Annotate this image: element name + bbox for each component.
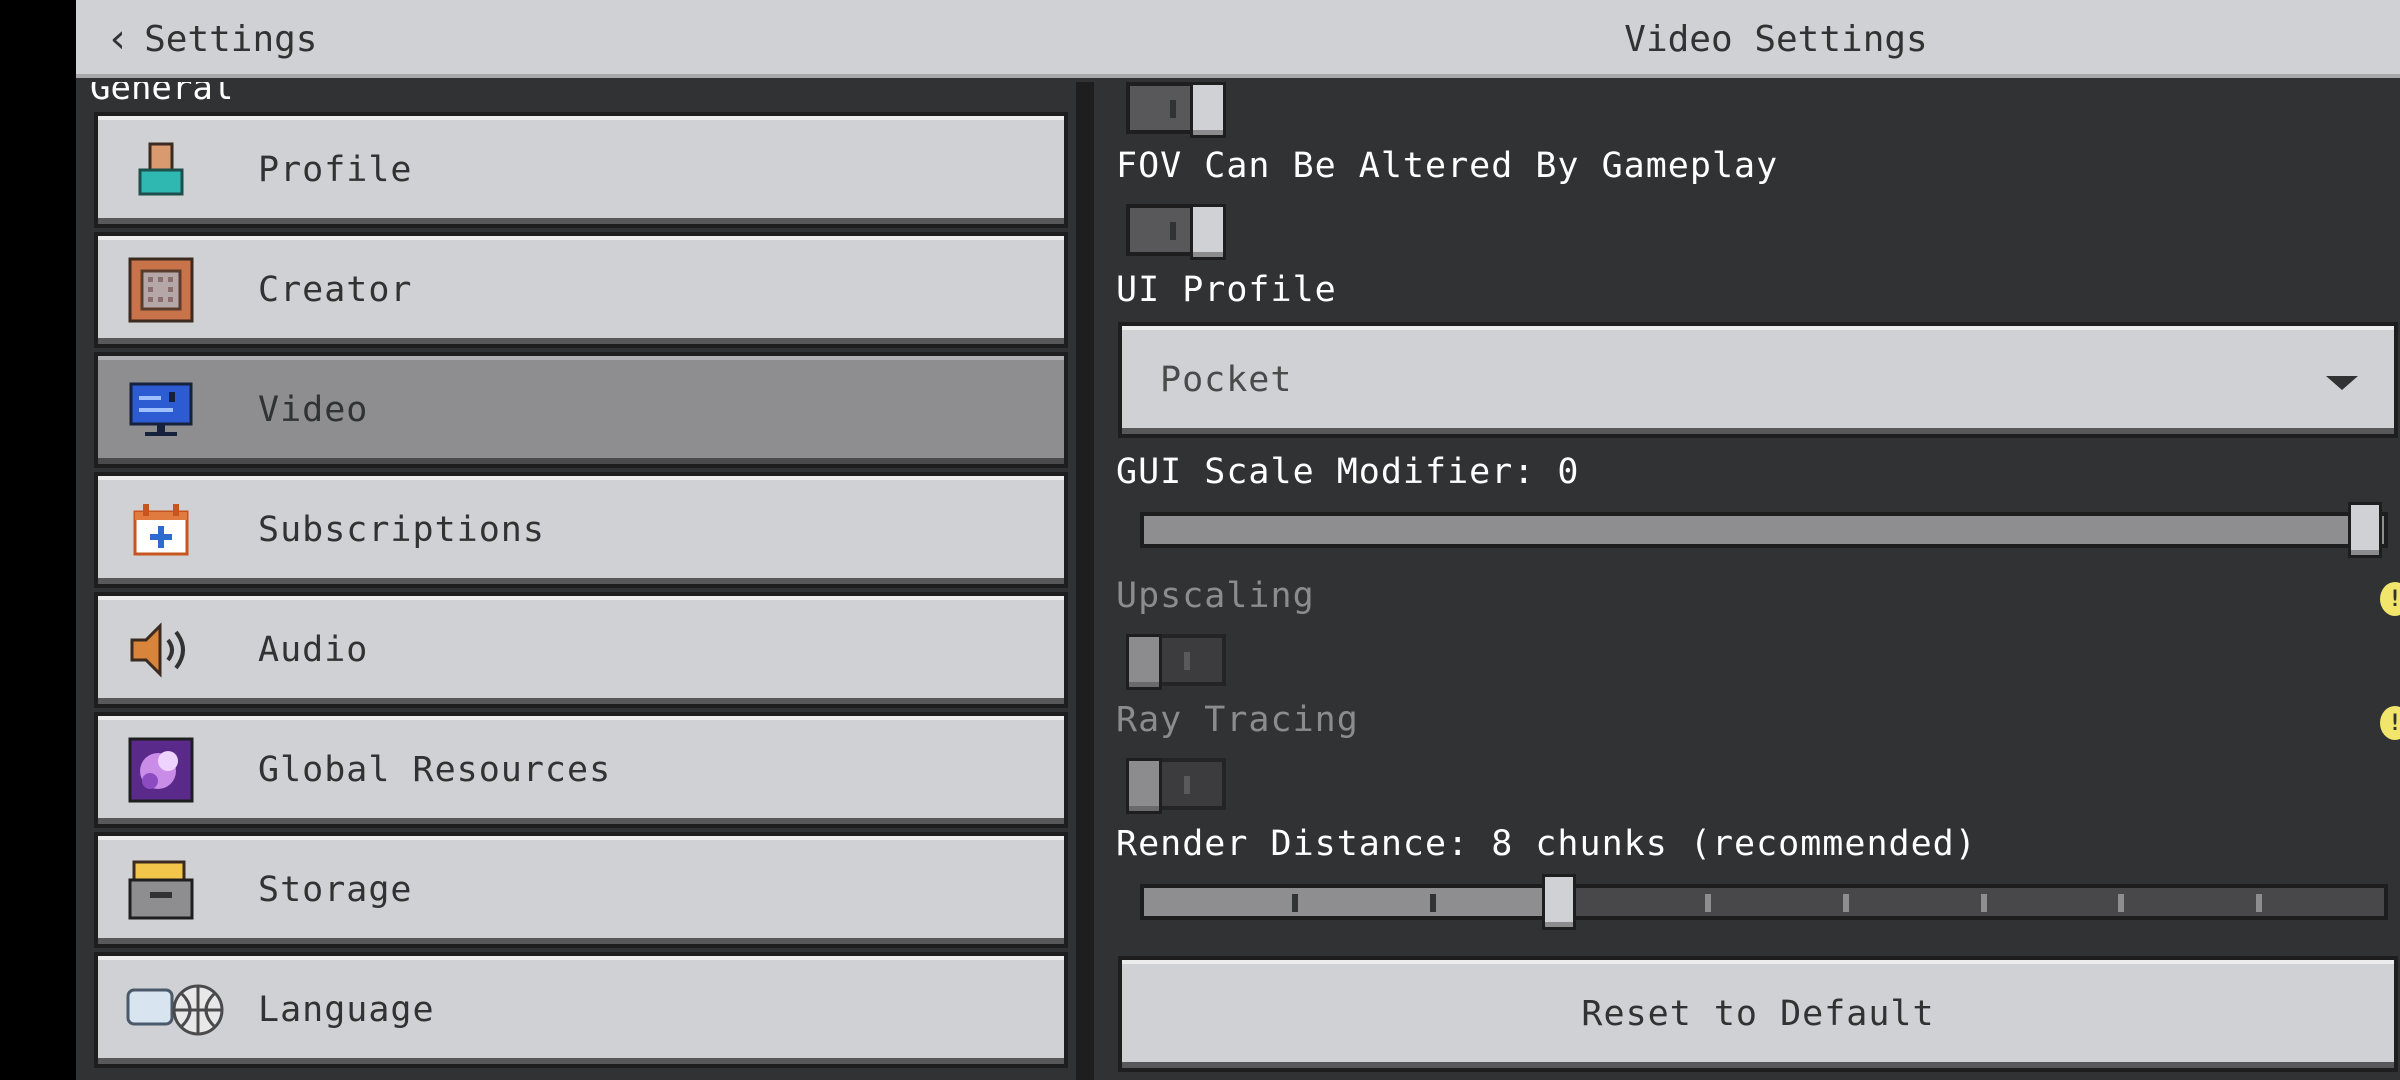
- toggle-pip: [1170, 222, 1176, 240]
- settings-screen: ‹ Settings Video Settings General Profil…: [76, 0, 2400, 1080]
- section-label: General: [90, 82, 234, 108]
- sidebar-item-label: Creator: [258, 270, 413, 310]
- slider-tick: [2118, 894, 2124, 912]
- sidebar-item-subscriptions[interactable]: Subscriptions: [94, 472, 1068, 588]
- toggle-knob[interactable]: [1190, 82, 1226, 138]
- ray-tracing-toggle[interactable]: [1126, 758, 1226, 814]
- ui-profile-label: UI Profile: [1116, 270, 1337, 310]
- creator-icon: [126, 255, 196, 325]
- gui-scale-label: GUI Scale Modifier: 0: [1116, 452, 1580, 492]
- sidebar-item-label: Audio: [258, 630, 369, 670]
- toggle-pip: [1170, 100, 1176, 118]
- slider-tick: [2256, 894, 2262, 912]
- sidebar-item-label: Subscriptions: [258, 510, 545, 550]
- toggle-knob[interactable]: [1126, 634, 1162, 690]
- sidebar-item-label: Video: [258, 390, 369, 430]
- slider-thumb[interactable]: [2348, 502, 2382, 558]
- global-resources-icon: [126, 735, 196, 805]
- upscaling-label: Upscaling: [1116, 576, 1315, 616]
- fov-altered-toggle[interactable]: [1126, 204, 1226, 260]
- header-bar: ‹ Settings Video Settings: [76, 0, 2400, 78]
- toggle-pip: [1184, 776, 1190, 794]
- subscriptions-icon: [126, 495, 196, 565]
- chevron-down-icon: [2326, 376, 2358, 390]
- storage-icon: [126, 855, 196, 925]
- toggle-knob[interactable]: [1190, 204, 1226, 260]
- settings-sidebar[interactable]: General Profile Creator Video Subscripti…: [76, 82, 1076, 1080]
- ray-tracing-label: Ray Tracing: [1116, 700, 1359, 740]
- render-distance-slider[interactable]: [1140, 874, 2388, 930]
- slider-tick: [1292, 894, 1298, 912]
- chevron-left-icon: ‹: [106, 16, 131, 62]
- sidebar-item-audio[interactable]: Audio: [94, 592, 1068, 708]
- reset-to-default-button[interactable]: Reset to Default: [1118, 956, 2398, 1072]
- sidebar-item-profile[interactable]: Profile: [94, 112, 1068, 228]
- fov-altered-label: FOV Can Be Altered By Gameplay: [1116, 146, 1779, 186]
- back-button[interactable]: ‹ Settings: [106, 14, 317, 64]
- sidebar-item-label: Global Resources: [258, 750, 612, 790]
- sidebar-item-video[interactable]: Video: [94, 352, 1068, 468]
- video-icon: [126, 375, 196, 445]
- slider-tick: [1430, 894, 1436, 912]
- profile-icon: [126, 135, 196, 205]
- info-icon[interactable]: !: [2380, 582, 2400, 616]
- ui-profile-value: Pocket: [1160, 360, 1293, 400]
- sidebar-item-label: Storage: [258, 870, 413, 910]
- toggle-knob[interactable]: [1126, 758, 1162, 814]
- sidebar-item-language[interactable]: Language: [94, 952, 1068, 1068]
- sidebar-item-label: Language: [258, 990, 435, 1030]
- slider-tick: [1981, 894, 1987, 912]
- gui-scale-slider[interactable]: [1140, 502, 2388, 558]
- slider-thumb[interactable]: [1542, 874, 1576, 930]
- sidebar-item-creator[interactable]: Creator: [94, 232, 1068, 348]
- sidebar-item-storage[interactable]: Storage: [94, 832, 1068, 948]
- fov-toggle[interactable]: [1126, 82, 1226, 138]
- render-distance-label: Render Distance: 8 chunks (recommended): [1116, 824, 1977, 864]
- ui-profile-dropdown[interactable]: Pocket: [1118, 322, 2398, 438]
- sidebar-item-global-resources[interactable]: Global Resources: [94, 712, 1068, 828]
- back-label: Settings: [144, 18, 318, 60]
- sidebar-item-label: Profile: [258, 150, 413, 190]
- language-icon: [126, 975, 226, 1045]
- panel-divider: [1076, 82, 1094, 1080]
- video-settings-panel[interactable]: FOV Can Be Altered By Gameplay UI Profil…: [1094, 82, 2400, 1080]
- upscaling-toggle[interactable]: [1126, 634, 1226, 690]
- slider-tick: [1705, 894, 1711, 912]
- toggle-pip: [1184, 652, 1190, 670]
- slider-tick: [1843, 894, 1849, 912]
- info-icon[interactable]: !: [2380, 706, 2400, 740]
- audio-icon: [126, 615, 196, 685]
- page-title: Video Settings: [1624, 18, 1928, 60]
